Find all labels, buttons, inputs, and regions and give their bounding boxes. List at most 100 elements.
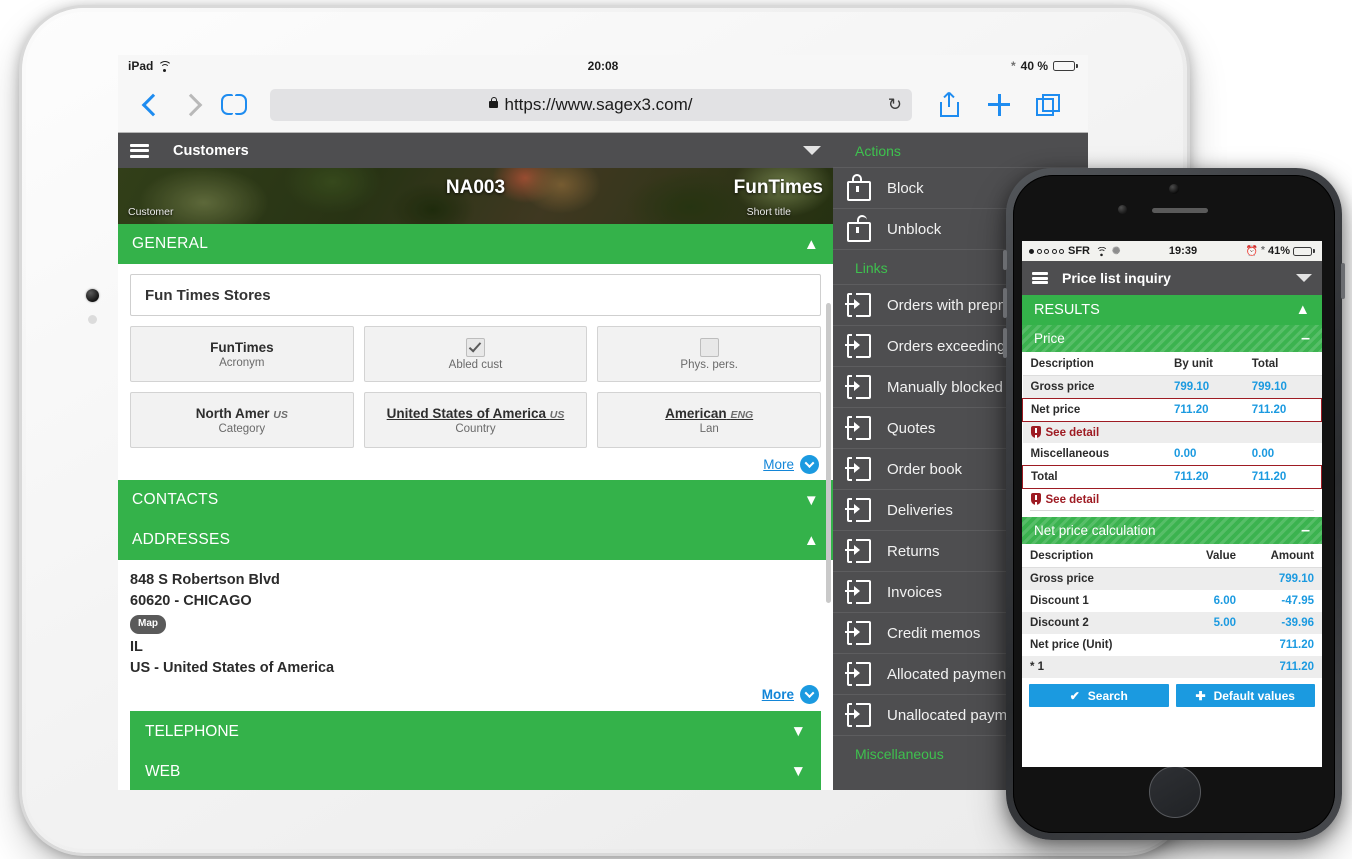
iphone-volume-up-button[interactable]	[1003, 288, 1007, 318]
address-line-2: 60620 - CHICAGO	[130, 593, 252, 610]
field-phys-pers[interactable]: Phys. pers.	[597, 326, 822, 382]
iphone-home-button[interactable]	[1149, 766, 1201, 818]
app-header: Customers	[118, 133, 833, 168]
general-more-link[interactable]: More	[763, 457, 794, 472]
net-row-disc1-amount: -47.95	[1281, 595, 1314, 607]
hamburger-icon[interactable]	[130, 143, 149, 158]
section-header-general[interactable]: GENERAL ▲	[118, 224, 833, 264]
see-detail-link[interactable]: See detail	[1046, 427, 1100, 439]
block-title-net-price: Net price calculation	[1034, 523, 1156, 538]
table-row: Net price (Unit) 711.20	[1022, 634, 1322, 656]
caret-down-icon[interactable]	[1296, 274, 1312, 282]
see-detail-row[interactable]: See detail	[1022, 421, 1322, 443]
section-header-results[interactable]: RESULTS ▲	[1022, 295, 1322, 325]
field-category[interactable]: North Amer US Category	[130, 392, 354, 448]
table-row: Total 711.20 711.20	[1022, 465, 1322, 489]
iphone-sleep-button[interactable]	[1341, 263, 1345, 299]
signal-strength-icon	[1029, 248, 1064, 254]
company-name-field[interactable]: Fun Times Stores	[130, 274, 821, 316]
share-button[interactable]	[924, 92, 974, 117]
caret-down-icon[interactable]	[803, 146, 821, 155]
status-bar-time: 20:08	[587, 59, 619, 73]
share-icon	[939, 92, 959, 117]
net-price-header-row: Description Value Amount	[1022, 545, 1322, 568]
drawer-item-label: Credit memos	[887, 624, 981, 642]
bookmarks-button[interactable]	[210, 94, 258, 115]
addresses-more-row[interactable]: More	[130, 679, 821, 711]
vertical-scrollbar[interactable]	[826, 303, 831, 603]
forward-button[interactable]	[172, 93, 210, 116]
book-icon	[221, 94, 247, 115]
addresses-more-link[interactable]: More	[762, 685, 794, 705]
ipad-camera-icon	[86, 289, 99, 302]
price-row-net-label: Net price	[1022, 398, 1167, 422]
general-more-row[interactable]: More	[130, 448, 821, 480]
price-row-total-total: 711.20	[1243, 465, 1322, 489]
chevron-up-icon: ▲	[803, 531, 819, 549]
map-button[interactable]: Map	[130, 615, 166, 634]
address-bar[interactable]: https://www.sagex3.com/ ↻	[270, 88, 912, 121]
checkbox-unchecked-icon[interactable]	[699, 337, 719, 357]
price-row-misc-label: Miscellaneous	[1030, 448, 1110, 460]
net-row-gross-value	[1166, 567, 1244, 590]
price-row-gross-by-unit: 799.10	[1166, 375, 1244, 399]
section-header-addresses[interactable]: ADDRESSES ▲	[118, 520, 833, 560]
checkbox-checked-icon[interactable]	[466, 337, 485, 357]
search-button[interactable]: ✔ Search	[1029, 684, 1169, 707]
field-abled-cust[interactable]: Abled cust	[363, 326, 588, 382]
plus-icon: ✚	[1195, 688, 1206, 703]
drawer-item-label: Quotes	[887, 419, 936, 437]
net-row-mult-amount: 711.20	[1244, 656, 1322, 678]
chevron-left-icon	[141, 93, 165, 116]
reload-icon[interactable]: ↻	[888, 95, 902, 115]
price-col-by-unit: By unit	[1166, 353, 1244, 376]
ipad-status-bar: iPad 20:08 * 40 %	[118, 55, 1088, 77]
field-acronym-value: FunTimes	[210, 339, 274, 355]
price-row-misc-by-unit: 0.00	[1174, 448, 1197, 460]
section-title-general: GENERAL	[132, 235, 209, 252]
field-phys-pers-label: Phys. pers.	[680, 358, 738, 371]
iphone-volume-down-button[interactable]	[1003, 328, 1007, 358]
wifi-icon	[1095, 246, 1108, 256]
block-title-price: Price	[1034, 331, 1065, 346]
customer-short-title-label: Short title	[746, 206, 791, 218]
block-header-net-price-calculation[interactable]: Net price calculation –	[1022, 517, 1322, 545]
chevron-down-icon: ▼	[803, 491, 819, 509]
hamburger-icon[interactable]	[1032, 272, 1048, 284]
new-tab-button[interactable]	[974, 93, 1024, 116]
section-header-web[interactable]: WEB ▼	[131, 751, 820, 790]
iphone-speaker	[1152, 208, 1208, 213]
iphone-mute-switch[interactable]	[1003, 250, 1007, 270]
customer-record-pane: Customers NA003 Customer FunTimes Short …	[118, 133, 833, 790]
show-tabs-button[interactable]	[1024, 93, 1072, 116]
field-language[interactable]: American ENG Lan	[597, 392, 822, 448]
net-col-amount: Amount	[1244, 545, 1322, 568]
section-header-telephone[interactable]: TELEPHONE ▼	[131, 711, 820, 752]
default-values-button[interactable]: ✚ Default values	[1175, 684, 1315, 707]
address-subsections: TELEPHONE ▼ WEB ▼	[130, 710, 821, 790]
page-title: Customers	[173, 142, 249, 159]
sync-icon: ✺	[1112, 245, 1121, 257]
chevron-down-circle-icon[interactable]	[800, 454, 819, 474]
table-row: Net price 711.20 711.20	[1022, 398, 1322, 422]
section-header-contacts[interactable]: CONTACTS ▼	[118, 480, 833, 520]
field-country-label: Country	[455, 422, 496, 435]
iphone-camera-icon	[1169, 184, 1179, 194]
net-row-netunit-value	[1166, 634, 1244, 656]
screenshot-stage: iPad 20:08 * 40 % https://www.sagex3.com…	[0, 0, 1352, 859]
address-line-1: 848 S Robertson Blvd	[130, 572, 280, 588]
iphone-action-bar: ✔ Search ✚ Default values	[1022, 678, 1322, 715]
divider	[1030, 510, 1314, 511]
field-country[interactable]: United States of America US Country	[363, 392, 588, 448]
block-header-price[interactable]: Price –	[1022, 325, 1322, 353]
price-row-net-total: 711.20	[1243, 398, 1322, 422]
see-detail-link[interactable]: See detail	[1046, 494, 1100, 506]
drawer-item-label: Unallocated paym	[887, 706, 1008, 724]
section-title-results: RESULTS	[1034, 302, 1100, 318]
field-acronym[interactable]: FunTimes Acronym	[130, 326, 354, 382]
back-button[interactable]	[134, 93, 172, 116]
battery-label: 40 %	[1020, 59, 1049, 73]
chevron-down-circle-icon[interactable]	[800, 685, 819, 705]
see-detail-row[interactable]: See detail	[1022, 488, 1322, 510]
general-field-row-1: FunTimes Acronym Abled cust Phys. pers.	[130, 326, 822, 382]
